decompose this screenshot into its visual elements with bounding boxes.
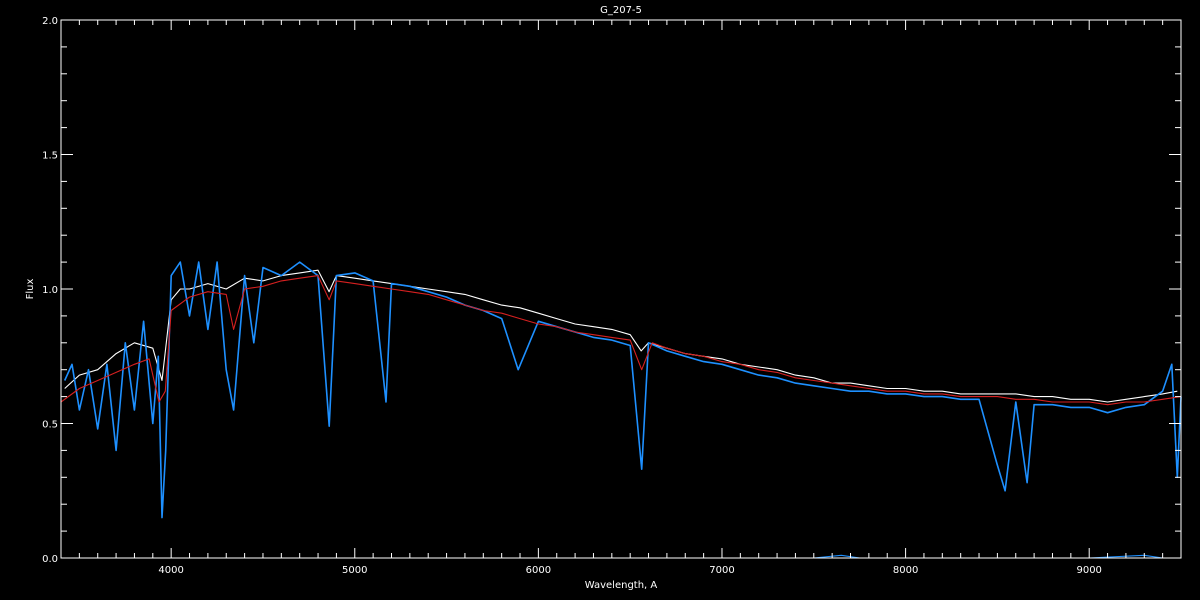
chart-title: G_207-5 xyxy=(600,5,642,16)
y-tick-label: 2.0 xyxy=(42,16,58,27)
x-axis-label: Wavelength, A xyxy=(585,580,658,591)
y-tick-label: 0.0 xyxy=(42,554,58,565)
x-tick-label: 6000 xyxy=(526,565,551,576)
x-tick-label: 5000 xyxy=(342,565,367,576)
chart-background xyxy=(0,0,1200,600)
y-tick-label: 1.0 xyxy=(42,285,58,296)
spectrum-chart: 4000 5000 6000 7000 8000 90000.00.51.01.52.0 … xyxy=(0,0,1200,600)
x-tick-label: 4000 xyxy=(158,565,183,576)
y-axis-label: Flux xyxy=(25,279,36,300)
y-tick-label: 0.5 xyxy=(42,420,58,431)
x-tick-label: 8000 xyxy=(893,565,918,576)
x-tick-label: 9000 xyxy=(1076,565,1101,576)
y-tick-label: 1.5 xyxy=(42,151,58,162)
x-tick-label: 7000 xyxy=(709,565,734,576)
